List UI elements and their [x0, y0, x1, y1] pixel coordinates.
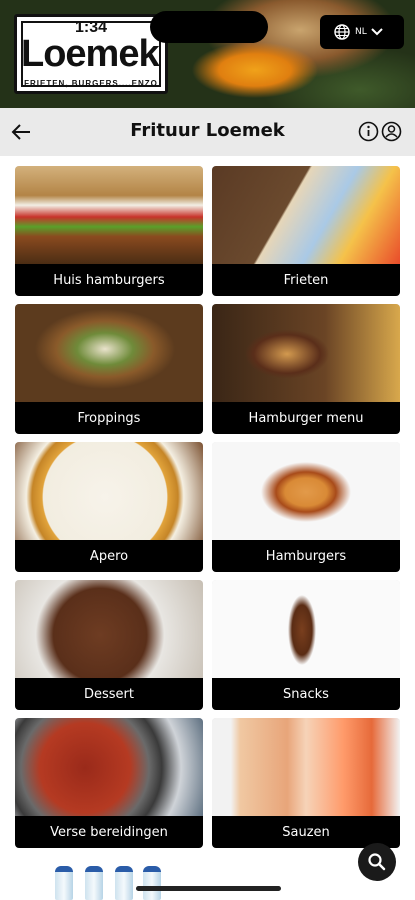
category-label: Frieten: [212, 264, 400, 296]
category-card-verse-bereidingen[interactable]: Verse bereidingen: [15, 718, 203, 848]
language-code: NL: [355, 27, 367, 37]
search-icon: [368, 853, 386, 871]
category-card-snacks[interactable]: Snacks: [212, 580, 400, 710]
bottle-image: [143, 866, 161, 900]
camera-notch: [150, 11, 268, 43]
category-card-frieten[interactable]: Frieten: [212, 166, 400, 296]
logo-tagline: FRIETEN, BURGERS....ENZO: [24, 79, 158, 88]
category-label: Verse bereidingen: [15, 816, 203, 848]
info-icon[interactable]: [358, 121, 379, 142]
category-image: [15, 304, 203, 402]
category-label: Hamburger menu: [212, 402, 400, 434]
category-card-hamburger-menu[interactable]: Hamburger menu: [212, 304, 400, 434]
category-image: [212, 442, 400, 540]
search-button[interactable]: [358, 843, 396, 881]
category-label: Hamburgers: [212, 540, 400, 572]
bottle-image: [85, 866, 103, 900]
category-image: [15, 718, 203, 816]
next-category-peek[interactable]: [15, 858, 401, 900]
category-label: Dessert: [15, 678, 203, 710]
chevron-down-icon: [371, 28, 383, 36]
category-card-huis-hamburgers[interactable]: Huis hamburgers: [15, 166, 203, 296]
category-label: Snacks: [212, 678, 400, 710]
bottle-image: [115, 866, 133, 900]
category-image: [15, 580, 203, 678]
hero-banner: 1:34 Loemek FRIETEN, BURGERS....ENZO NL: [0, 0, 415, 108]
home-indicator[interactable]: [136, 886, 281, 891]
category-image: [15, 166, 203, 264]
category-card-dessert[interactable]: Dessert: [15, 580, 203, 710]
language-selector-button[interactable]: NL: [320, 15, 404, 49]
title-bar: Frituur Loemek: [0, 108, 415, 156]
category-label: Apero: [15, 540, 203, 572]
category-card-hamburgers[interactable]: Hamburgers: [212, 442, 400, 572]
category-card-apero[interactable]: Apero: [15, 442, 203, 572]
category-card-sauzen[interactable]: Sauzen: [212, 718, 400, 848]
globe-icon: [334, 24, 350, 40]
logo-name: Loemek: [21, 33, 160, 75]
category-image: [212, 304, 400, 402]
logo: 1:34 Loemek FRIETEN, BURGERS....ENZO: [14, 14, 168, 94]
category-image: [212, 166, 400, 264]
category-image: [212, 580, 400, 678]
category-label: Froppings: [15, 402, 203, 434]
category-card-froppings[interactable]: Froppings: [15, 304, 203, 434]
page-title: Frituur Loemek: [130, 120, 285, 141]
category-image: [212, 718, 400, 816]
category-label: Huis hamburgers: [15, 264, 203, 296]
user-icon[interactable]: [381, 121, 402, 142]
category-image: [15, 442, 203, 540]
bottle-image: [55, 866, 73, 900]
